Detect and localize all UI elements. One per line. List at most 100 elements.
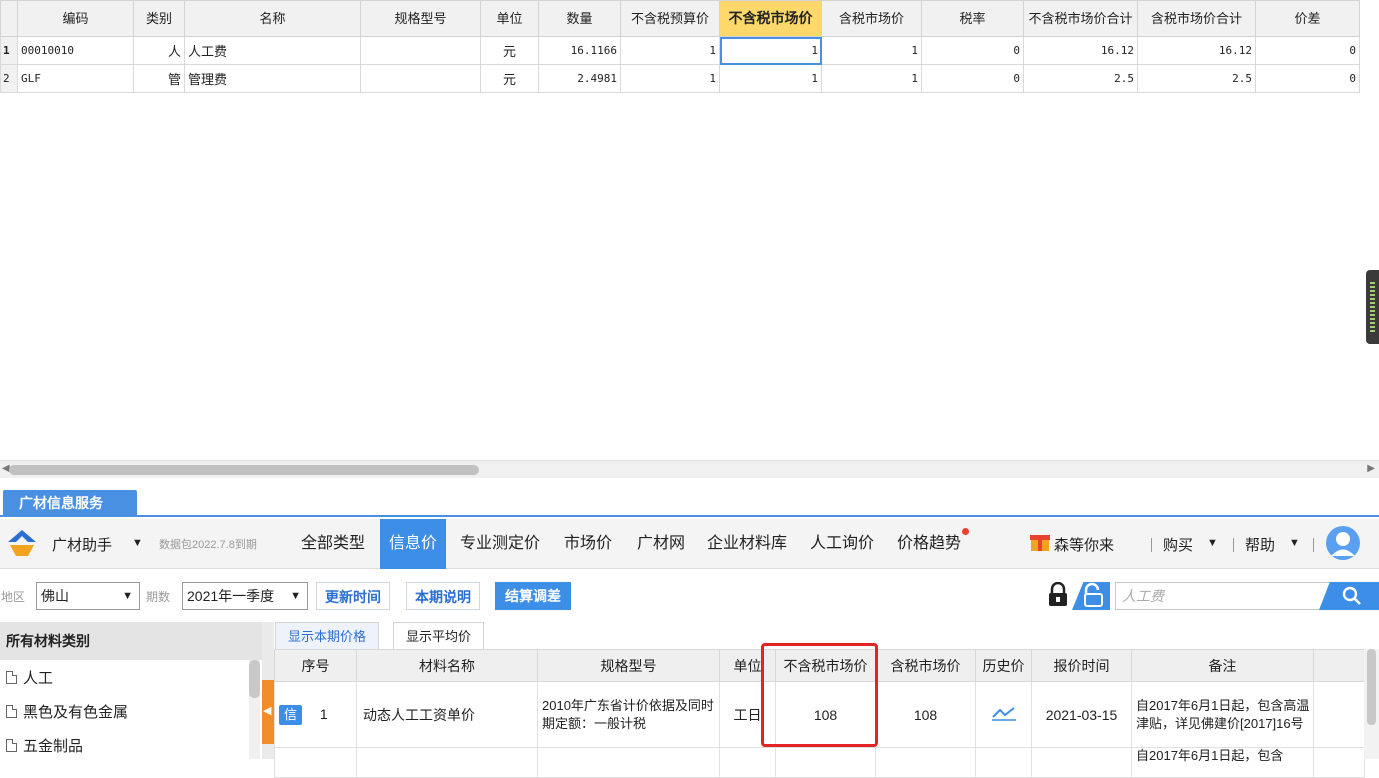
cell-unit[interactable]: 元	[480, 36, 539, 65]
col-header-market-price-tax[interactable]: 含税市场价	[821, 0, 922, 37]
category-scrollbar[interactable]	[249, 660, 260, 759]
gift-icon[interactable]	[1028, 529, 1052, 553]
cell-material-name[interactable]	[356, 747, 538, 778]
region-select[interactable]: 佛山 ▼	[36, 582, 140, 610]
cell-price-diff[interactable]: 0	[1255, 36, 1360, 65]
cell-quote-time[interactable]: 2021-03-15	[1031, 681, 1132, 748]
cell-quote-time[interactable]	[1031, 747, 1132, 778]
cell-market-price-tax[interactable]: 1	[821, 64, 922, 93]
cell-market-price-tax[interactable]: 108	[875, 681, 976, 748]
cell-market-sum[interactable]: 16.12	[1023, 36, 1138, 65]
col-header-spec[interactable]: 规格型号	[537, 649, 720, 682]
table-row[interactable]: 1 00010010 人 人工费 元 16.1166 1 1 1 0 16.12…	[0, 36, 1360, 65]
unlock-icon[interactable]	[1072, 582, 1110, 610]
promo-text[interactable]: 森等你来	[1054, 534, 1114, 555]
cell-budget-price[interactable]: 1	[620, 36, 720, 65]
price-table-scrollbar[interactable]	[1364, 649, 1379, 759]
col-header-quote-time[interactable]: 报价时间	[1031, 649, 1132, 682]
scrollbar-thumb[interactable]	[249, 660, 260, 698]
row-number[interactable]: 1	[0, 36, 18, 65]
col-header-unit[interactable]: 单位	[480, 0, 539, 37]
col-header-note[interactable]: 备注	[1131, 649, 1314, 682]
cell-material-name[interactable]: 动态人工工资单价	[356, 681, 538, 748]
nav-professional-price[interactable]: 专业测定价	[460, 519, 540, 569]
scrollbar-thumb[interactable]	[1367, 649, 1376, 725]
col-header-tax-rate[interactable]: 税率	[921, 0, 1024, 37]
cell-history-price[interactable]	[975, 681, 1032, 748]
trend-chart-icon[interactable]	[991, 705, 1017, 721]
lock-icon[interactable]	[1046, 581, 1070, 608]
row-number[interactable]: 2	[0, 64, 18, 93]
horizontal-scrollbar[interactable]: ◀ ▶	[0, 460, 1379, 478]
cell-code[interactable]: GLF	[17, 64, 134, 93]
cell-type[interactable]: 人	[133, 36, 185, 65]
cell-qty[interactable]: 16.1166	[538, 36, 621, 65]
cell-market-price-tax[interactable]	[875, 747, 976, 778]
nav-price-trend[interactable]: 价格趋势	[897, 519, 961, 569]
update-time-button[interactable]: 更新时间	[316, 582, 390, 610]
buy-menu-label[interactable]: 购买	[1163, 534, 1193, 555]
chevron-down-icon[interactable]: ▼	[1289, 537, 1300, 549]
cell-seq[interactable]	[274, 747, 357, 778]
tab-material-info-service[interactable]: 广材信息服务	[3, 490, 137, 517]
cell-note[interactable]: 自2017年6月1日起，包含高温津贴，详见佛建价[2017]16号	[1131, 681, 1314, 748]
col-header-spec[interactable]: 规格型号	[360, 0, 481, 37]
cell-market-sum[interactable]: 2.5	[1023, 64, 1138, 93]
col-header-price-diff[interactable]: 价差	[1255, 0, 1360, 37]
cell-spec[interactable]	[360, 64, 481, 93]
user-avatar-icon[interactable]	[1325, 525, 1361, 561]
cell-seq[interactable]: 信 1	[274, 681, 357, 748]
cell-market-price[interactable]: 1	[719, 64, 822, 93]
category-item-metals[interactable]: 黑色及有色金属	[0, 696, 250, 730]
settle-adjust-button[interactable]: 结算调差	[495, 582, 571, 610]
cell-type[interactable]: 管	[133, 64, 185, 93]
period-note-button[interactable]: 本期说明	[406, 582, 480, 610]
cell-history-price[interactable]	[975, 747, 1032, 778]
col-header-code[interactable]: 编码	[17, 0, 134, 37]
col-header-qty[interactable]: 数量	[538, 0, 621, 37]
tab-average-price[interactable]: 显示平均价	[393, 622, 485, 649]
cell-qty[interactable]: 2.4981	[538, 64, 621, 93]
search-input[interactable]: 人工费	[1115, 582, 1333, 610]
cell-price-diff[interactable]: 0	[1255, 64, 1360, 93]
col-header-name[interactable]: 名称	[184, 0, 361, 37]
cell-market-sum-tax[interactable]: 2.5	[1137, 64, 1256, 93]
nav-labor-inquiry[interactable]: 人工询价	[810, 519, 874, 569]
table-row[interactable]: 自2017年6月1日起，包含	[274, 747, 1365, 778]
side-drawer-handle[interactable]	[1366, 270, 1379, 344]
cell-market-sum-tax[interactable]: 16.12	[1137, 36, 1256, 65]
chevron-down-icon[interactable]: ▼	[132, 537, 143, 549]
cell-unit[interactable]: 元	[480, 64, 539, 93]
cell-name[interactable]: 人工费	[184, 36, 361, 65]
cell-note[interactable]: 自2017年6月1日起，包含	[1131, 747, 1314, 778]
period-select[interactable]: 2021年一季度 ▼	[182, 582, 308, 610]
cell-budget-price[interactable]: 1	[620, 64, 720, 93]
nav-all-types[interactable]: 全部类型	[301, 519, 365, 569]
col-header-market-sum-tax[interactable]: 含税市场价合计	[1137, 0, 1256, 37]
cell-spec[interactable]	[537, 747, 720, 778]
cell-spec[interactable]	[360, 36, 481, 65]
cell-unit[interactable]	[719, 747, 776, 778]
scrollbar-thumb[interactable]	[9, 465, 479, 475]
cell-tax-rate[interactable]: 0	[921, 64, 1024, 93]
cell-market-price[interactable]: 1	[719, 36, 822, 65]
chevron-down-icon[interactable]: ▼	[1207, 537, 1218, 549]
assistant-menu-label[interactable]: 广材助手	[52, 534, 112, 555]
cell-spec[interactable]: 2010年广东省计价依据及同时期定额：一般计税	[537, 681, 720, 748]
col-header-seq[interactable]: 序号	[274, 649, 357, 682]
nav-enterprise-library[interactable]: 企业材料库	[707, 519, 787, 569]
col-header-market-sum[interactable]: 不含税市场价合计	[1023, 0, 1138, 37]
tab-current-price[interactable]: 显示本期价格	[275, 622, 380, 649]
col-header-market-price-tax[interactable]: 含税市场价	[875, 649, 976, 682]
cell-market-price[interactable]	[775, 747, 876, 778]
col-header-history-price[interactable]: 历史价	[975, 649, 1032, 682]
cell-market-price-tax[interactable]: 1	[821, 36, 922, 65]
help-menu-label[interactable]: 帮助	[1245, 534, 1275, 555]
cell-name[interactable]: 管理费	[184, 64, 361, 93]
cell-tax-rate[interactable]: 0	[921, 36, 1024, 65]
category-item-labor[interactable]: 人工	[0, 662, 250, 696]
nav-market-price[interactable]: 市场价	[564, 519, 612, 569]
col-header-budget-price[interactable]: 不含税预算价	[620, 0, 720, 37]
nav-info-price[interactable]: 信息价	[380, 519, 447, 569]
table-row[interactable]: 2 GLF 管 管理费 元 2.4981 1 1 1 0 2.5 2.5 0	[0, 64, 1360, 93]
